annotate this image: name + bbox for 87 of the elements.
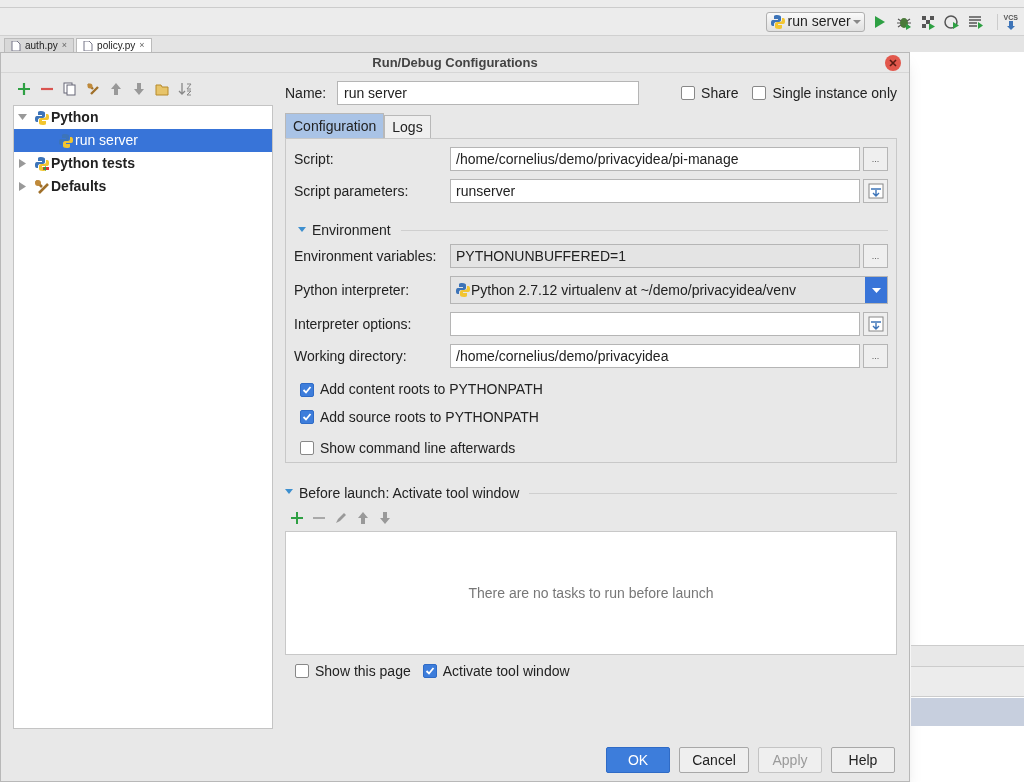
- close-icon: [889, 59, 897, 67]
- up-arrow-button[interactable]: [109, 82, 123, 96]
- down-arrow-icon: [379, 512, 391, 524]
- window-title: Run/Debug Configurations: [372, 53, 538, 72]
- up-arrow-icon: [357, 512, 369, 524]
- text-field[interactable]: PYTHONUNBUFFERED=1: [450, 244, 860, 269]
- sort-button[interactable]: [178, 82, 192, 96]
- down-arrow-icon: [1006, 20, 1015, 30]
- pencil-icon: [335, 512, 347, 524]
- down-arrow-icon: [132, 82, 146, 96]
- section-label: Environment: [312, 221, 391, 241]
- expand-button[interactable]: [863, 312, 888, 337]
- tab[interactable]: Configuration: [285, 113, 385, 138]
- expand-button[interactable]: [863, 179, 888, 203]
- checkbox[interactable]: Single instance only: [752, 82, 897, 104]
- python-icon: [34, 109, 50, 126]
- empty-message: There are no tasks to run before launch: [468, 583, 714, 603]
- folder-button[interactable]: [155, 82, 169, 96]
- file-icon: [11, 40, 21, 51]
- python-icon: [58, 132, 74, 149]
- check-icon: [302, 384, 312, 395]
- down-arrow-button[interactable]: [379, 512, 391, 524]
- copy-button[interactable]: [63, 82, 77, 96]
- wrench-icon: [86, 82, 100, 96]
- python-tests-icon: [34, 155, 50, 172]
- list-run-icon: [967, 13, 984, 30]
- editor-tab[interactable]: auth.py ×: [4, 38, 75, 52]
- add-icon: [17, 82, 31, 96]
- tree-item[interactable]: Python tests: [14, 152, 272, 175]
- field-label: Interpreter options:: [294, 314, 413, 334]
- expand-icon: [867, 316, 884, 333]
- pencil-button[interactable]: [335, 512, 347, 524]
- field-label: Python interpreter:: [294, 280, 411, 300]
- up-arrow-icon: [109, 82, 123, 96]
- editor-tab[interactable]: policy.py ×: [76, 38, 152, 52]
- dialog-button[interactable]: Help: [831, 747, 895, 773]
- expand-icon: [867, 183, 884, 199]
- checkbox[interactable]: Show command line afterwards: [300, 437, 516, 459]
- down-arrow-button[interactable]: [132, 82, 146, 96]
- folder-icon: [155, 82, 169, 96]
- checkbox[interactable]: Activate tool window: [422, 660, 570, 682]
- text-field[interactable]: /home/cornelius/demo/privacyidea/pi-manage: [450, 147, 860, 171]
- browse-button[interactable]: ...: [863, 244, 888, 269]
- tree-item[interactable]: Defaults: [14, 175, 272, 198]
- field-label: Script parameters:: [294, 181, 410, 201]
- check-icon: [424, 666, 435, 676]
- close-icon: ×: [139, 41, 145, 50]
- field-label: Working directory:: [294, 346, 408, 366]
- tree-item[interactable]: run server: [14, 129, 272, 152]
- text-field[interactable]: [450, 312, 860, 337]
- add-button[interactable]: [291, 512, 303, 524]
- tree-item[interactable]: Python: [14, 106, 272, 129]
- checkbox[interactable]: Add content roots to PYTHONPATH: [300, 379, 543, 401]
- checkbox[interactable]: Share: [681, 82, 739, 104]
- tab[interactable]: Logs: [384, 115, 431, 138]
- add-icon: [291, 512, 303, 524]
- checkbox[interactable]: Show this page: [295, 660, 411, 682]
- wrench-icon: [34, 178, 50, 195]
- caret-icon: [852, 19, 861, 24]
- close-button[interactable]: [885, 55, 901, 71]
- python-icon: [769, 13, 786, 30]
- field-label: Script:: [294, 149, 335, 169]
- dialog-button[interactable]: OK: [606, 747, 670, 773]
- copy-icon: [63, 82, 77, 96]
- field-label: Environment variables:: [294, 246, 438, 266]
- run-config-dropdown[interactable]: run server: [765, 11, 865, 32]
- section-label: Before launch: Activate tool window: [299, 483, 520, 503]
- close-icon: ×: [61, 41, 68, 50]
- interpreter-dropdown[interactable]: Python 2.7.12 virtualenv at ~/demo/privacyidea/venv: [450, 276, 888, 305]
- sort-icon: [178, 82, 192, 96]
- text-field[interactable]: runserver: [450, 179, 860, 203]
- name-field[interactable]: run server: [337, 81, 639, 105]
- caret-icon: [871, 287, 881, 293]
- up-arrow-button[interactable]: [357, 512, 369, 524]
- profile-button[interactable]: [942, 12, 961, 31]
- profile-icon: [943, 13, 960, 30]
- name-label: Name:: [285, 83, 328, 103]
- check-icon: [302, 412, 312, 423]
- checkbox[interactable]: Add source roots to PYTHONPATH: [300, 406, 539, 428]
- python-icon: [455, 282, 471, 299]
- browse-button[interactable]: ...: [863, 344, 888, 369]
- coverage-icon: [919, 13, 936, 30]
- wrench-button[interactable]: [86, 82, 100, 96]
- browse-button[interactable]: ...: [863, 147, 888, 171]
- text-field[interactable]: /home/cornelius/demo/privacyidea: [450, 344, 860, 369]
- dialog-button[interactable]: Cancel: [679, 747, 749, 773]
- add-button[interactable]: [17, 82, 31, 96]
